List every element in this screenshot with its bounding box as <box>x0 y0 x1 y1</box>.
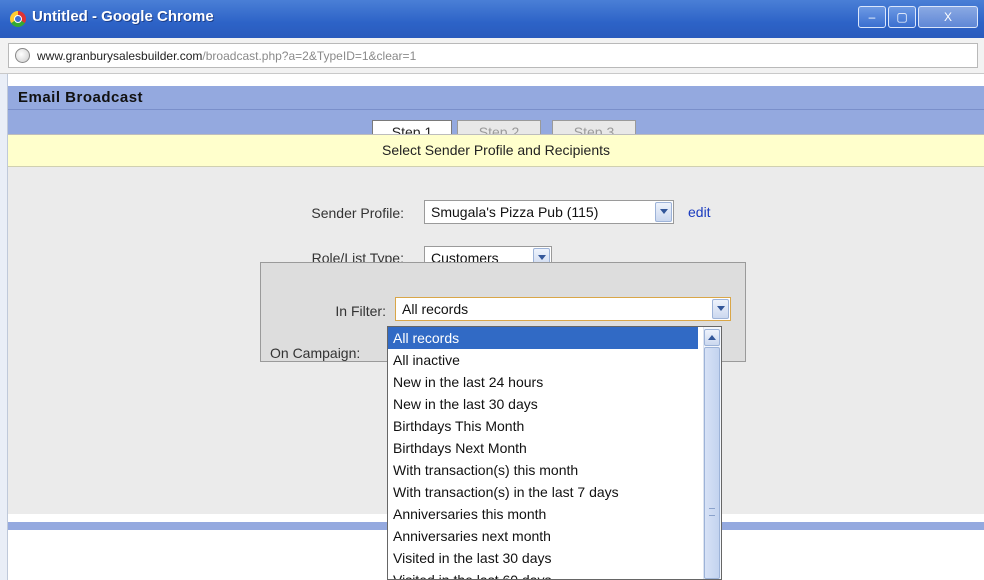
dropdown-scrollbar[interactable] <box>703 327 721 579</box>
globe-icon <box>15 48 30 63</box>
filter-dropdown-list[interactable]: All records All inactive New in the last… <box>387 326 722 580</box>
page-title: Email Broadcast <box>18 89 144 106</box>
page-header: Email Broadcast <box>8 86 984 110</box>
scroll-up-arrow-icon[interactable] <box>704 329 720 346</box>
filter-option[interactable]: New in the last 24 hours <box>388 371 698 393</box>
sender-profile-select[interactable]: Smugala's Pizza Pub (115) <box>424 200 674 224</box>
url-host: www.granburysalesbuilder.com <box>37 49 203 63</box>
filter-option[interactable]: Anniversaries next month <box>388 525 698 547</box>
url-field[interactable]: www.granburysalesbuilder.com/broadcast.p… <box>8 43 978 68</box>
sender-profile-label: Sender Profile: <box>311 205 404 221</box>
window-title: Untitled - Google Chrome <box>32 8 214 25</box>
window-titlebar: Untitled - Google Chrome – ▢ X <box>0 0 984 38</box>
url-text: www.granburysalesbuilder.com/broadcast.p… <box>37 49 416 63</box>
filter-option[interactable]: With transaction(s) in the last 7 days <box>388 481 698 503</box>
in-filter-select[interactable]: All records <box>395 297 731 321</box>
filter-option[interactable]: With transaction(s) this month <box>388 459 698 481</box>
filter-option[interactable]: Visited in the last 60 days <box>388 569 698 579</box>
on-campaign-label: On Campaign: <box>270 345 361 361</box>
chevron-down-icon[interactable] <box>655 202 672 222</box>
filter-option[interactable]: New in the last 30 days <box>388 393 698 415</box>
filter-option[interactable]: All records <box>388 327 698 349</box>
maximize-button[interactable]: ▢ <box>888 6 916 28</box>
filter-option[interactable]: Visited in the last 30 days <box>388 547 698 569</box>
filter-option[interactable]: Anniversaries this month <box>388 503 698 525</box>
address-bar: www.granburysalesbuilder.com/broadcast.p… <box>0 38 984 74</box>
chevron-down-icon[interactable] <box>712 299 729 319</box>
close-button[interactable]: X <box>918 6 978 28</box>
filter-option[interactable]: Birthdays Next Month <box>388 437 698 459</box>
scrollbar-thumb[interactable] <box>704 347 720 579</box>
in-filter-label: In Filter: <box>335 303 386 319</box>
sender-profile-value: Smugala's Pizza Pub (115) <box>431 204 599 220</box>
step-tabs: Step 1 Step 2 Step 3 <box>8 110 984 144</box>
window-frame <box>0 74 8 580</box>
filter-option[interactable]: All inactive <box>388 349 698 371</box>
chrome-logo-icon <box>10 11 26 27</box>
edit-sender-link[interactable]: edit <box>688 204 711 220</box>
minimize-button[interactable]: – <box>858 6 886 28</box>
url-path: /broadcast.php?a=2&TypeID=1&clear=1 <box>202 49 417 63</box>
in-filter-value: All records <box>402 301 469 317</box>
instruction-banner: Select Sender Profile and Recipients <box>8 134 984 167</box>
filter-option[interactable]: Birthdays This Month <box>388 415 698 437</box>
